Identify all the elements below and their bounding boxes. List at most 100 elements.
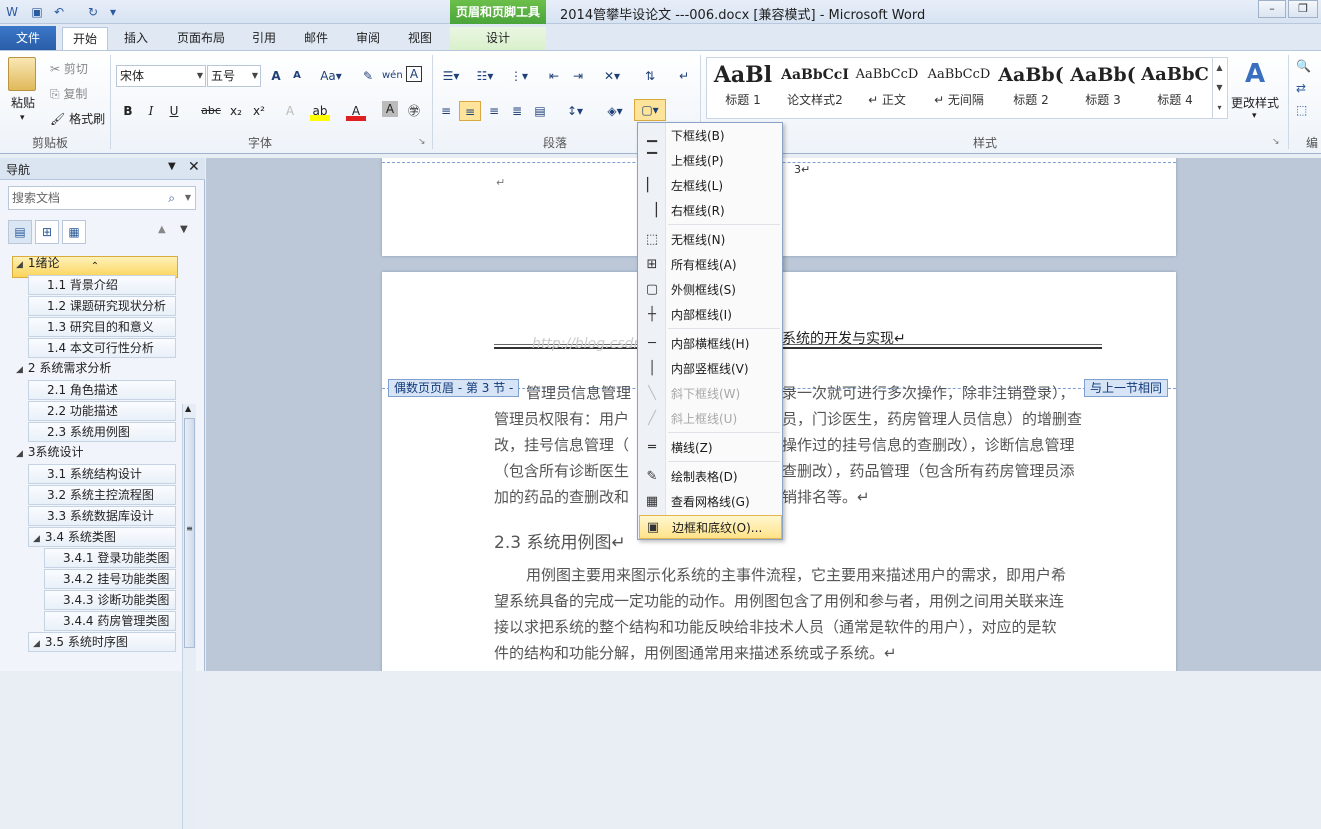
tab-insert[interactable]: 插入 [116,27,156,50]
minimize-button[interactable]: – [1258,0,1286,18]
search-icon[interactable]: ⌕ [168,187,175,209]
tab-review[interactable]: 审阅 [348,27,388,50]
distributed-icon[interactable]: ▤ [530,101,550,121]
chinese-layout-icon[interactable]: ✕▾ [598,66,626,86]
menu-item-draw-table[interactable]: ✎ 绘制表格(D) [639,465,782,489]
previous-heading-icon[interactable]: ▲ [158,224,166,235]
increase-indent-icon[interactable]: ⇥ [568,66,588,86]
italic-icon[interactable]: I [141,101,161,121]
chevron-down-icon[interactable]: ▼ [185,187,191,209]
align-left-icon[interactable]: ≡ [436,101,456,121]
align-right-icon[interactable]: ≡ [484,101,504,121]
align-center-icon[interactable]: ≡ [459,101,481,121]
next-heading-icon[interactable]: ▼ [180,224,188,235]
tab-design[interactable]: 设计 [450,27,546,50]
style-thesis-2[interactable]: AaBbCcI 论文样式2 [779,59,851,119]
style-no-spacing[interactable]: AaBbCcD ↵ 无间隔 [923,59,995,119]
select-icon[interactable]: ⬚ [1296,103,1307,117]
style-normal[interactable]: AaBbCcD ↵ 正文 [851,59,923,119]
nav-heading-item[interactable]: 3.4.2 挂号功能类图 [44,569,176,589]
nav-heading-item[interactable]: 1.3 研究目的和意义 [28,317,176,337]
nav-heading-item[interactable]: ◢ 3.5 系统时序图 [28,632,176,652]
tab-references[interactable]: 引用 [244,27,284,50]
menu-item-top-border[interactable]: ▔ 上框线(P) [639,149,782,173]
menu-item-left-border[interactable]: ▏ 左框线(L) [639,174,782,198]
replace-icon[interactable]: ⇄ [1296,81,1306,95]
multilevel-list-icon[interactable]: ⋮▾ [506,66,532,86]
menu-item-inside-borders[interactable]: ┼ 内部框线(I) [639,303,782,327]
expand-triangle-icon[interactable]: ◢ [33,534,40,544]
tab-home[interactable]: 开始 [62,27,108,50]
nav-heading-item[interactable]: 3.4.1 登录功能类图 [44,548,176,568]
nav-heading-item[interactable]: 3.1 系统结构设计 [28,464,176,484]
nav-heading-item[interactable]: ◢ 1绪论 [12,254,176,274]
expand-triangle-icon[interactable]: ◢ [16,365,23,375]
nav-heading-item[interactable]: 1.4 本文可行性分析 [28,338,176,358]
tab-headings[interactable]: ▤ [8,220,32,244]
nav-heading-item[interactable]: 1.2 课题研究现状分析 [28,296,176,316]
menu-item-view-gridlines[interactable]: ▦ 查看网格线(G) [639,490,782,514]
numbering-icon[interactable]: ☷▾ [472,66,498,86]
tab-page-layout[interactable]: 页面布局 [170,27,232,50]
close-icon[interactable]: ✕ [188,159,200,175]
clear-formatting-icon[interactable]: ✎ [358,66,378,86]
nav-heading-item[interactable]: ◢ 2 系统需求分析 [12,359,176,379]
shading-icon[interactable]: ◈▾ [602,101,628,121]
text-effects-icon[interactable]: A [280,101,300,121]
font-size-combo[interactable]: 五号 ▼ [207,65,261,87]
expand-triangle-icon[interactable]: ◢ [33,639,40,649]
save-icon[interactable]: ▣ [28,3,46,21]
scroll-thumb[interactable]: ≡ [184,418,195,648]
phonetic-guide-icon[interactable]: wén [382,66,403,86]
nav-heading-item[interactable]: 3.3 系统数据库设计 [28,506,176,526]
menu-item-all-borders[interactable]: ⊞ 所有框线(A) [639,253,782,277]
gallery-scroll[interactable]: ▲ ▼ ▾ [1212,58,1226,118]
menu-item-no-border[interactable]: ⬚ 无框线(N) [639,228,782,252]
font-color-icon[interactable]: A [346,101,366,121]
subscript-icon[interactable]: x₂ [226,101,246,121]
grow-font-icon[interactable]: A [266,66,286,86]
bold-icon[interactable]: B [118,101,138,121]
style-heading-1[interactable]: AaBl 标题 1 [707,59,779,119]
nav-heading-item[interactable]: ◢ 3.4 系统类图 [28,527,176,547]
menu-item-outside-borders[interactable]: ▢ 外侧框线(S) [639,278,782,302]
tab-view[interactable]: 视图 [400,27,440,50]
maximize-button[interactable]: ❐ [1288,0,1318,18]
change-case-icon[interactable]: Aa▾ [318,66,344,86]
highlight-color-icon[interactable]: ab [310,101,330,121]
nav-heading-item[interactable]: 1.1 背景介绍 [28,275,176,295]
format-painter-button[interactable]: 🖌 格式刷 [50,110,105,127]
expand-triangle-icon[interactable]: ◢ [16,260,23,270]
nav-heading-item[interactable]: 3.4.3 诊断功能类图 [44,590,176,610]
paste-button[interactable]: 粘贴 [11,94,35,111]
borders-button[interactable]: ▢▾ [634,99,666,121]
nav-heading-item[interactable]: 2.2 功能描述 [28,401,176,421]
show-marks-icon[interactable]: ↵ [674,66,694,86]
style-heading-3[interactable]: AaBb(标题 3 [1067,59,1139,119]
superscript-icon[interactable]: x² [249,101,269,121]
tab-pages[interactable]: ⊞ [35,220,59,244]
character-shading-icon[interactable]: A [382,101,398,117]
nav-heading-item[interactable]: ◢ 3系统设计 [12,443,176,463]
search-input[interactable]: 搜索文档 ⌕ ▼ [8,186,196,210]
character-border-icon[interactable]: A [406,66,422,82]
redo-icon[interactable]: ↻ [84,3,102,21]
menu-item-bottom-border[interactable]: ▁ 下框线(B) [639,124,782,148]
tab-mailings[interactable]: 邮件 [296,27,336,50]
pane-options-icon[interactable]: ▼ [168,161,176,172]
style-heading-4[interactable]: AaBbC 标题 4 [1139,59,1211,119]
tab-results[interactable]: ▦ [62,220,86,244]
justify-icon[interactable]: ≣ [507,101,527,121]
menu-item-inside-vertical-border[interactable]: │ 内部竖框线(V) [639,357,782,381]
style-heading-2[interactable]: AaBb(标题 2 [995,59,1067,119]
styles-dialog-launcher-icon[interactable]: ↘ [1272,137,1280,147]
undo-icon[interactable]: ↶ [50,3,68,21]
paste-icon[interactable] [8,57,36,91]
font-dialog-launcher-icon[interactable]: ↘ [418,137,426,147]
scroll-up-icon[interactable]: ▲ [185,404,191,413]
font-name-combo[interactable]: 宋体 ▼ [116,65,206,87]
nav-heading-item[interactable]: 2.1 角色描述 [28,380,176,400]
expand-triangle-icon[interactable]: ◢ [16,449,23,459]
nav-heading-item[interactable]: 3.4.4 药房管理类图 [44,611,176,631]
shrink-font-icon[interactable]: A [287,66,307,86]
